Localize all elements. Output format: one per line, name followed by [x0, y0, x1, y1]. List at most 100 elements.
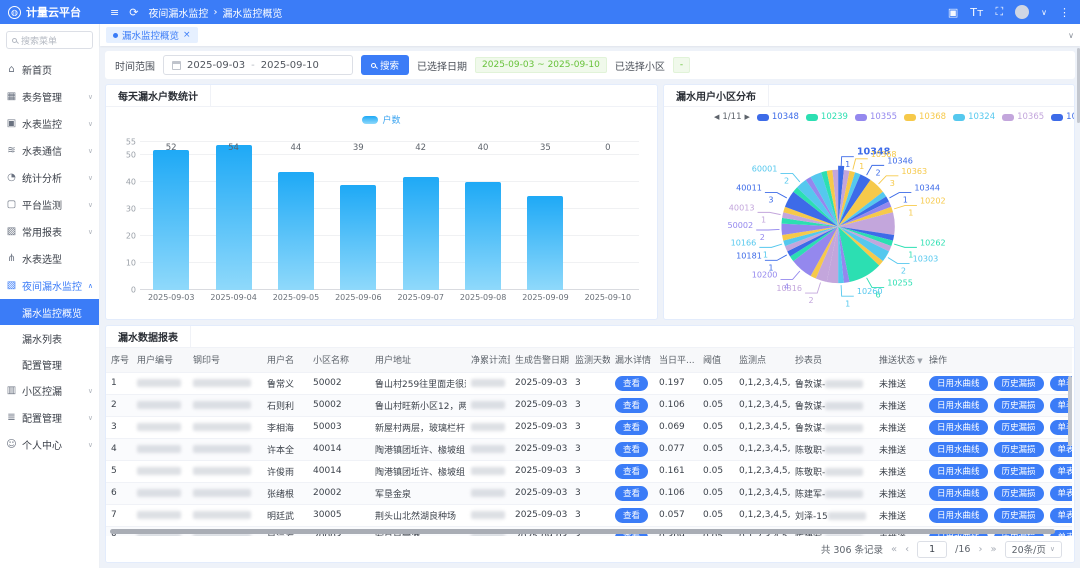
history-leak-button[interactable]: 历史漏损 [994, 486, 1044, 501]
tab-close-icon[interactable]: × [183, 30, 191, 40]
legend-next-icon[interactable]: ▶ [744, 113, 749, 121]
bar[interactable]: 42 [403, 177, 439, 290]
sidebar-item[interactable]: ⌂新首页 [0, 56, 99, 83]
daily-water-curve-button[interactable]: 日用水曲线 [929, 376, 988, 391]
screenshot-icon[interactable]: ▣ [948, 6, 958, 19]
sidebar-item[interactable]: ▥小区控漏∨ [0, 377, 99, 404]
pie-slice-value-label: 1 [859, 161, 864, 171]
column-header: 漏水详情 [610, 348, 654, 372]
single-meter-analysis-button[interactable]: 单表分析 [1050, 464, 1072, 479]
daily-water-curve-button[interactable]: 日用水曲线 [929, 508, 988, 523]
legend-prev-icon[interactable]: ◀ [714, 113, 719, 121]
tabbar-chevron-down-icon[interactable]: ∨ [1068, 31, 1074, 40]
view-details-button[interactable]: 查看 [615, 508, 648, 523]
sidebar-item[interactable]: ▧夜间漏水监控∧ [0, 272, 99, 299]
prev-page-button[interactable]: ‹ [905, 544, 909, 555]
pie-label-line [894, 206, 917, 209]
column-header: 用户地址 [370, 348, 466, 372]
view-details-button[interactable]: 查看 [615, 486, 648, 501]
legend-item[interactable]: 10365 [1002, 112, 1044, 122]
tab-leak-overview[interactable]: 漏水监控概览 × [106, 27, 198, 43]
page-number-input[interactable]: 1 [917, 541, 947, 558]
first-page-button[interactable]: « [891, 544, 897, 555]
masked-phone [825, 402, 863, 410]
legend-item[interactable]: 10324 [953, 112, 995, 122]
legend-item[interactable]: 10239 [806, 112, 848, 122]
table-cell: 3 [570, 416, 610, 438]
sidebar-item[interactable]: ≋水表通信∨ [0, 137, 99, 164]
kebab-menu-icon[interactable]: ⋮ [1059, 6, 1070, 19]
leak-chart-icon: ▧ [6, 280, 17, 291]
sidebar-subitem[interactable]: 配置管理 [0, 351, 99, 377]
user-avatar[interactable] [1015, 5, 1029, 19]
daily-water-curve-button[interactable]: 日用水曲线 [929, 464, 988, 479]
table-cell: 鲁山村259往里面走很远 [370, 372, 466, 394]
legend-item[interactable]: 10368 [904, 112, 946, 122]
chevron-up-icon: ∧ [88, 282, 93, 290]
sidebar-item[interactable]: ▦表务管理∨ [0, 83, 99, 110]
page-size-select[interactable]: 20条/页 ∨ [1005, 541, 1062, 558]
view-details-button[interactable]: 查看 [615, 376, 648, 391]
pie-slice-name-label: 40011 [736, 183, 762, 193]
sidebar-item[interactable]: ⋔水表选型 [0, 245, 99, 272]
sidebar-item[interactable]: ▢平台监测∨ [0, 191, 99, 218]
bar-chart-legend[interactable]: 户数 [106, 113, 657, 126]
sidebar-search-input[interactable]: 搜索菜单 [6, 31, 93, 49]
sidebar-subitem[interactable]: 漏水列表 [0, 325, 99, 351]
view-details-button[interactable]: 查看 [615, 442, 648, 457]
history-leak-button[interactable]: 历史漏损 [994, 398, 1044, 413]
pie-slice-name-label: 40013 [729, 202, 755, 212]
sidebar-item[interactable]: ▨常用报表∨ [0, 218, 99, 245]
history-leak-button[interactable]: 历史漏损 [994, 508, 1044, 523]
history-leak-button[interactable]: 历史漏损 [994, 442, 1044, 457]
legend-item[interactable]: 10355 [855, 112, 897, 122]
bar[interactable]: 54 [216, 145, 252, 290]
sidebar-item[interactable]: ≣配置管理∨ [0, 404, 99, 431]
view-details-button[interactable]: 查看 [615, 464, 648, 479]
fullscreen-icon[interactable]: ⛶ [995, 5, 1003, 19]
sidebar-item[interactable]: ◔统计分析∨ [0, 164, 99, 191]
legend-item[interactable]: 10348 [757, 112, 799, 122]
daily-water-curve-button[interactable]: 日用水曲线 [929, 486, 988, 501]
table-cell: 0.05 [698, 372, 734, 394]
history-leak-button[interactable]: 历史漏损 [994, 376, 1044, 391]
sidebar-item[interactable]: ☺个人中心∨ [0, 431, 99, 458]
table-cell: 50002 [308, 394, 370, 416]
view-details-button[interactable]: 查看 [615, 420, 648, 435]
font-size-icon[interactable]: Tт [970, 6, 983, 19]
history-leak-button[interactable]: 历史漏损 [994, 464, 1044, 479]
bar[interactable]: 39 [340, 185, 376, 290]
history-leak-button[interactable]: 历史漏损 [994, 420, 1044, 435]
last-page-button[interactable]: » [990, 544, 996, 555]
pie-slice-value-label: 1 [845, 159, 850, 169]
table-vertical-scrollbar[interactable] [1068, 376, 1072, 446]
daily-water-curve-button[interactable]: 日用水曲线 [929, 398, 988, 413]
legend-item[interactable]: 103 [1051, 112, 1074, 122]
single-meter-analysis-button[interactable]: 单表分析 [1050, 486, 1072, 501]
table-cell: 0.05 [698, 416, 734, 438]
single-meter-analysis-button[interactable]: 单表分析 [1050, 508, 1072, 523]
horizontal-scrollbar[interactable] [110, 529, 1055, 534]
bar[interactable]: 40 [465, 182, 501, 290]
next-page-button[interactable]: › [978, 544, 982, 555]
bar[interactable]: 35 [527, 196, 563, 290]
daily-water-curve-button[interactable]: 日用水曲线 [929, 442, 988, 457]
sidebar-subitem[interactable]: 漏水监控概览 [0, 299, 99, 325]
sidebar-item[interactable]: ▣水表监控∨ [0, 110, 99, 137]
column-header[interactable]: 推送状态 ▼ [874, 348, 924, 372]
breadcrumb-parent[interactable]: 夜间漏水监控 [148, 5, 208, 20]
chevron-down-icon: ∨ [88, 201, 93, 209]
refresh-icon[interactable]: ⟳ [129, 6, 138, 19]
chevron-down-icon[interactable]: ∨ [1041, 8, 1047, 17]
bar[interactable]: 52 [153, 150, 189, 290]
filter-icon[interactable]: ▼ [915, 357, 923, 365]
masked-value [471, 489, 505, 497]
daily-water-curve-button[interactable]: 日用水曲线 [929, 420, 988, 435]
pie-slice-name-label: 10181 [736, 250, 762, 260]
bar[interactable]: 44 [278, 172, 314, 290]
date-range-input[interactable]: 2025-09-03 - 2025-09-10 [163, 55, 353, 75]
collapse-menu-icon[interactable]: ≡ [110, 6, 119, 19]
pie-slice-value-label: 4 [784, 282, 789, 292]
search-button[interactable]: 搜索 [361, 55, 409, 75]
view-details-button[interactable]: 查看 [615, 398, 648, 413]
